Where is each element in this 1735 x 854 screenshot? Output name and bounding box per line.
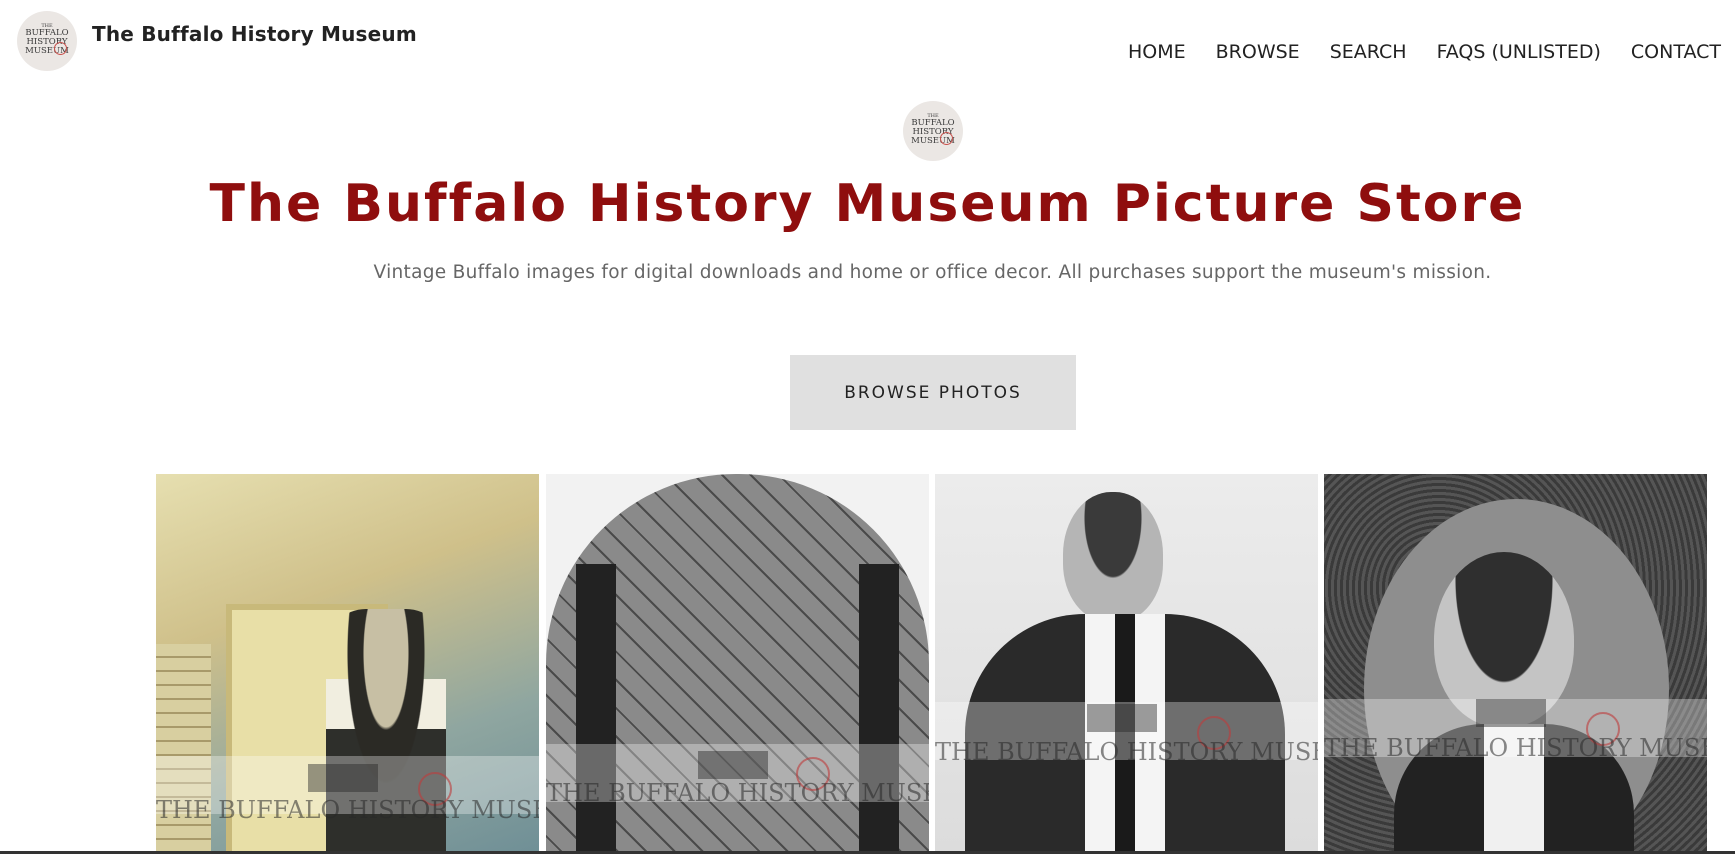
site-title[interactable]: The Buffalo History Museum [92,22,417,46]
photo-card-1[interactable]: THE BUFFALO HISTORY MUSEUM [156,474,539,854]
photo-card-3[interactable]: THE BUFFALO HISTORY MUSEUM [935,474,1318,854]
watermark-text: THE BUFFALO HISTORY MUSEUM [156,796,539,824]
hero-logo-wordmark: THE BUFFALO HISTORY MUSEUM [911,113,955,146]
nav-faqs[interactable]: FAQS (UNLISTED) [1437,41,1601,63]
watermark-building-icon [1086,704,1157,732]
watermark-building-icon [307,764,378,792]
watermark-text: THE BUFFALO HISTORY MUSEUM [546,779,929,807]
hero-logo-stamp-icon [940,132,953,145]
logo-stamp-icon [54,42,67,55]
nav-home[interactable]: HOME [1128,41,1186,63]
nav-browse[interactable]: BROWSE [1216,41,1300,63]
photo-card-4[interactable]: THE BUFFALO HISTORY MUSEUM [1324,474,1707,854]
watermark-building-icon [1475,699,1546,727]
photo-3-head [1063,492,1163,622]
browse-photos-button[interactable]: BROWSE PHOTOS [790,355,1076,430]
nav-contact[interactable]: CONTACT [1631,41,1721,63]
watermark-text: THE BUFFALO HISTORY MUSEUM [935,738,1318,766]
hero-title: The Buffalo History Museum Picture Store [209,174,1526,234]
hero-subtitle: Vintage Buffalo images for digital downl… [373,262,1492,283]
watermark-text: THE BUFFALO HISTORY MUSEUM [1324,734,1707,762]
photo-card-2[interactable]: THE BUFFALO HISTORY MUSEUM [546,474,929,854]
site-logo[interactable]: THE BUFFALO HISTORY MUSEUM [17,11,77,71]
hero-logo: THE BUFFALO HISTORY MUSEUM [903,101,963,161]
logo-wordmark: THE BUFFALO HISTORY MUSEUM [25,23,69,56]
watermark-building-icon [697,751,768,779]
nav-search[interactable]: SEARCH [1330,41,1407,63]
main-nav: HOME BROWSE SEARCH FAQS (UNLISTED) CONTA… [1128,41,1721,63]
